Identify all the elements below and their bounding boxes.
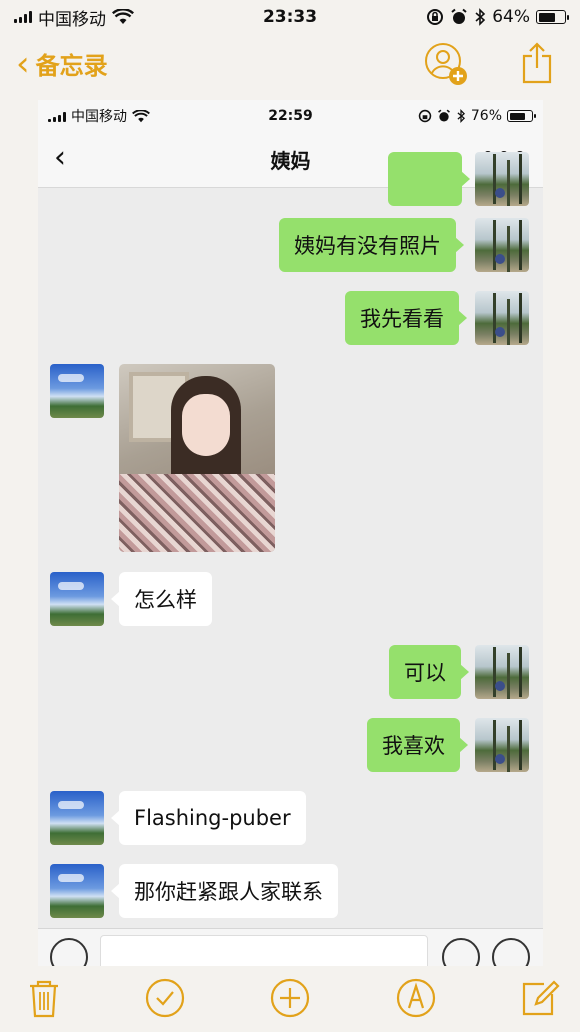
message-bubble[interactable]: 怎么样 xyxy=(111,572,212,626)
plus-icon[interactable] xyxy=(492,938,530,966)
photo-message[interactable] xyxy=(119,364,275,552)
avatar[interactable] xyxy=(475,291,529,345)
share-icon[interactable] xyxy=(520,42,554,84)
signal-icon xyxy=(14,11,32,23)
markup-icon[interactable] xyxy=(394,976,438,1020)
inner-carrier-label: 中国移动 xyxy=(71,109,127,125)
inner-status-bar: 中国移动 22:59 76% xyxy=(38,100,543,132)
photo-coat xyxy=(119,474,275,552)
add-person-icon[interactable] xyxy=(424,42,468,86)
inner-bluetooth-icon xyxy=(457,109,465,123)
trash-icon[interactable] xyxy=(22,976,66,1020)
message-list: 姨妈有没有照片 我先看看 怎么样 可以 我喜欢 Flashing-puber 那… xyxy=(38,152,543,928)
emoji-icon[interactable] xyxy=(442,938,480,966)
status-left: 中国移动 xyxy=(14,5,134,30)
carrier-label: 中国移动 xyxy=(38,9,106,30)
wifi-icon xyxy=(112,9,134,24)
avatar[interactable] xyxy=(50,864,104,918)
input-bar xyxy=(38,928,543,966)
notes-header: ‹ 备忘录 xyxy=(0,36,580,96)
message-bubble[interactable]: 我喜欢 xyxy=(367,718,468,772)
chat-screenshot: 中国移动 22:59 76% ‹ 姨妈 ••• 姨妈有没有照片 我先看看 xyxy=(38,100,543,966)
add-icon[interactable] xyxy=(268,976,312,1020)
chat-title: 姨妈 xyxy=(270,149,311,173)
status-right: 64% xyxy=(426,7,569,27)
notes-back-button[interactable]: ‹ 备忘录 xyxy=(16,46,108,81)
message-bubble[interactable] xyxy=(388,152,470,206)
avatar[interactable] xyxy=(475,152,529,206)
avatar[interactable] xyxy=(50,572,104,626)
inner-status-left: 中国移动 xyxy=(48,106,150,126)
inner-battery-percent: 76% xyxy=(470,108,502,124)
notes-toolbar xyxy=(0,966,580,1032)
inner-rotation-lock-icon xyxy=(418,109,432,123)
message-bubble[interactable]: 我先看看 xyxy=(345,291,467,345)
checklist-icon[interactable] xyxy=(143,976,187,1020)
battery-percent: 64% xyxy=(492,7,530,27)
inner-battery-icon xyxy=(507,110,536,122)
message-bubble[interactable]: 姨妈有没有照片 xyxy=(279,218,464,272)
voice-icon[interactable] xyxy=(50,938,88,966)
inner-alarm-icon xyxy=(437,109,450,122)
avatar[interactable] xyxy=(50,364,104,418)
photo-face xyxy=(182,394,230,456)
status-bar: 中国移动 23:33 64% xyxy=(0,0,580,34)
message-bubble[interactable]: 可以 xyxy=(389,645,469,699)
message-bubble[interactable]: Flashing-puber xyxy=(111,791,306,845)
notes-back-label: 备忘录 xyxy=(35,52,108,80)
alarm-icon xyxy=(451,8,467,24)
bluetooth-icon xyxy=(475,8,486,26)
avatar[interactable] xyxy=(475,718,529,772)
message-bubble[interactable]: 那你赶紧跟人家联系 xyxy=(111,864,338,918)
compose-icon[interactable] xyxy=(518,976,562,1020)
inner-status-right: 76% xyxy=(418,108,536,124)
chat-back-icon[interactable]: ‹ xyxy=(54,140,66,175)
avatar[interactable] xyxy=(475,218,529,272)
chevron-left-icon: ‹ xyxy=(16,43,30,84)
battery-icon xyxy=(536,10,569,24)
message-input[interactable] xyxy=(100,935,428,966)
inner-wifi-icon xyxy=(132,109,150,122)
avatar[interactable] xyxy=(50,791,104,845)
avatar[interactable] xyxy=(475,645,529,699)
inner-signal-icon xyxy=(48,110,66,122)
rotation-lock-icon xyxy=(427,9,444,25)
